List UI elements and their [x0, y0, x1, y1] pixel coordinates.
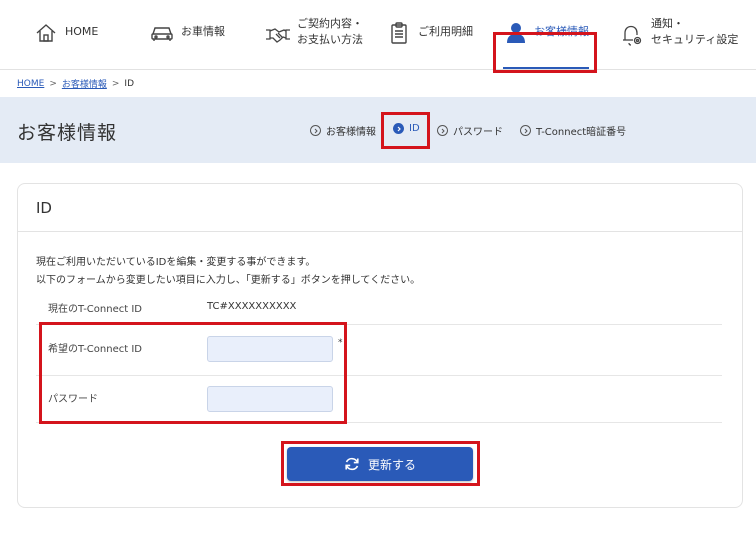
- chevron-circle-icon: [310, 125, 321, 136]
- handshake-icon: [265, 22, 291, 48]
- subnav-password[interactable]: パスワード: [437, 123, 503, 138]
- nav-contract-label-2: お支払い方法: [297, 33, 363, 46]
- highlight-update-button: [281, 441, 480, 486]
- nav-usage[interactable]: ご利用明細: [386, 20, 473, 70]
- breadcrumb-separator: >: [111, 78, 120, 89]
- breadcrumb: HOME > お客様情報 > ID: [17, 77, 135, 91]
- nav-vehicle[interactable]: お車情報: [149, 20, 225, 70]
- nav-vehicle-label: お車情報: [181, 25, 225, 38]
- bell-gear-icon: [619, 22, 645, 48]
- nav-notify-label-2: セキュリティ設定: [651, 33, 739, 46]
- nav-usage-label: ご利用明細: [418, 25, 473, 38]
- subnav-customer-label: お客様情報: [326, 127, 376, 138]
- breadcrumb-home[interactable]: HOME: [17, 79, 44, 89]
- car-icon: [149, 20, 175, 46]
- nav-notify-label: 通知・ セキュリティ設定: [651, 16, 738, 48]
- nav-notify[interactable]: 通知・ セキュリティ設定: [619, 16, 738, 66]
- subnav-tconnect-pin[interactable]: T-Connect暗証番号: [520, 123, 626, 138]
- chevron-circle-icon: [437, 125, 448, 136]
- nav-contract-label: ご契約内容・ お支払い方法: [297, 16, 363, 48]
- highlight-subnav-id: [381, 112, 430, 149]
- breadcrumb-current: ID: [124, 78, 135, 89]
- nav-notify-label-1: 通知・: [651, 17, 684, 30]
- nav-contract[interactable]: ご契約内容・ お支払い方法: [265, 16, 363, 66]
- page-title: お客様情報: [17, 122, 118, 144]
- subnav-tconnect-pin-label: T-Connect暗証番号: [536, 127, 627, 138]
- global-nav: HOME お車情報 ご契約内容・ お支払い方法 ご利用明細 お客様情報 通知・ …: [0, 0, 756, 70]
- breadcrumb-customer[interactable]: お客様情報: [62, 77, 107, 90]
- subnav-customer[interactable]: お客様情報: [310, 123, 376, 138]
- breadcrumb-separator: >: [49, 78, 57, 89]
- subnav-password-label: パスワード: [453, 127, 503, 138]
- highlight-nav-customer: [493, 32, 597, 73]
- description-line-2: 以下のフォームから変更したい項目に入力し、「更新する」ボタンを押してください。: [36, 275, 421, 286]
- description-line-1: 現在ご利用いただいているIDを編集・変更する事ができます。: [36, 257, 316, 268]
- nav-home-label: HOME: [65, 25, 99, 38]
- highlight-form-fields: [39, 322, 347, 424]
- nav-contract-label-1: ご契約内容・: [297, 17, 363, 30]
- home-icon: [33, 20, 59, 46]
- clipboard-icon: [386, 20, 412, 46]
- card-title: ID: [36, 199, 52, 217]
- current-id-value: TC#XXXXXXXXXX: [207, 301, 297, 312]
- current-id-label: 現在のT-Connect ID: [48, 304, 142, 315]
- chevron-circle-icon: [520, 125, 531, 136]
- nav-home[interactable]: HOME: [33, 20, 98, 70]
- card-divider: [18, 231, 742, 232]
